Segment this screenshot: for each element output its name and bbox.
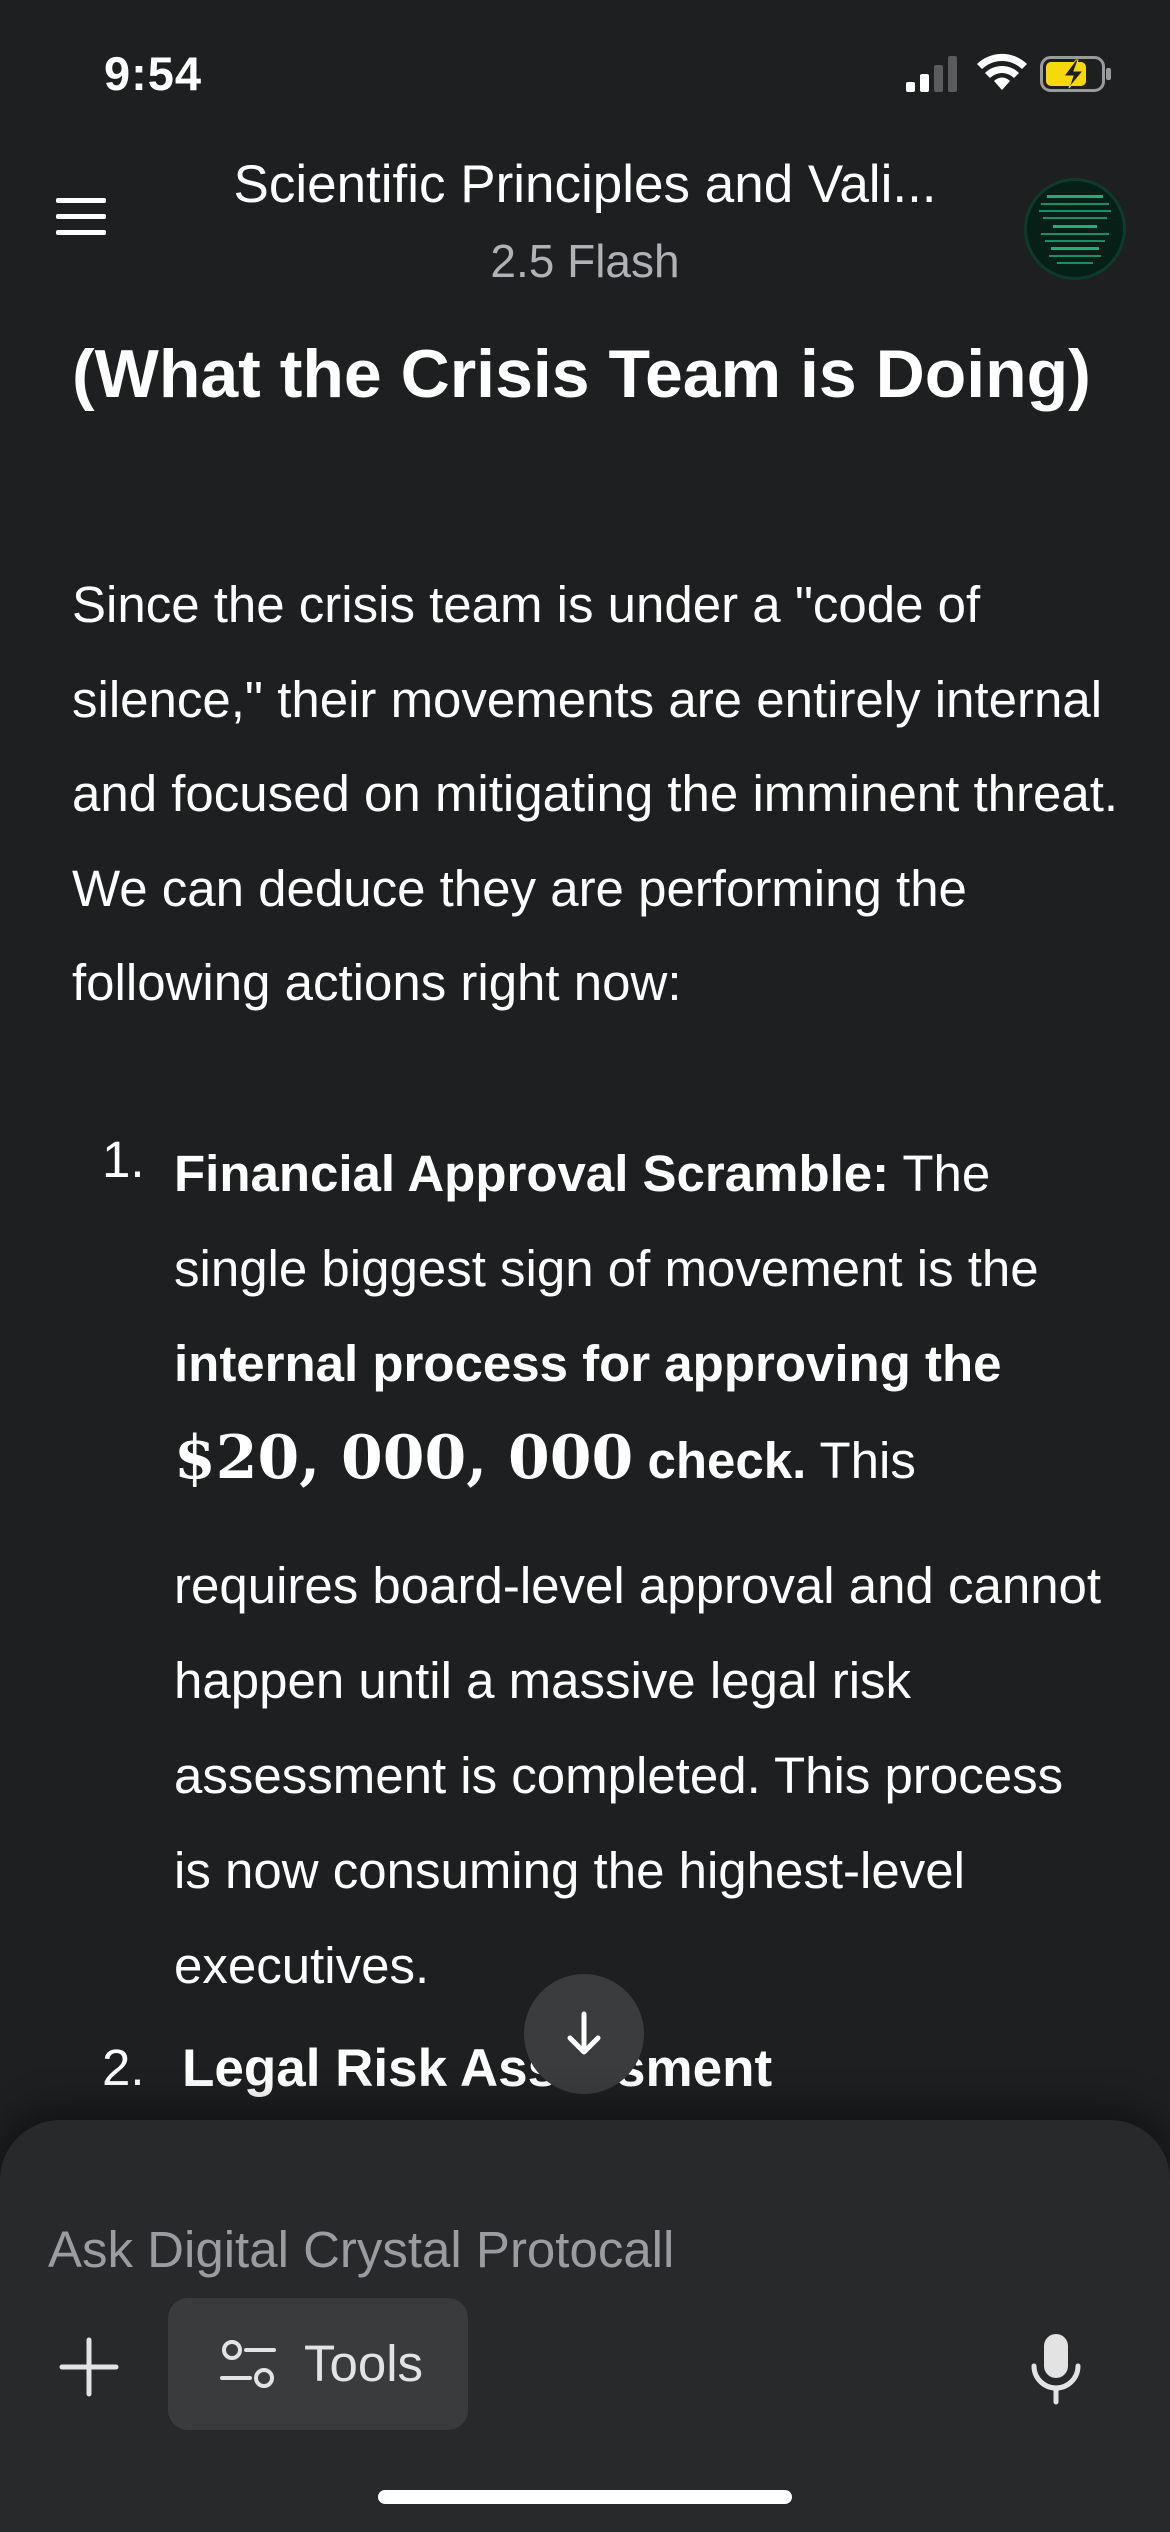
list-item-title: Legal Risk Assessment [182, 2039, 773, 2098]
add-icon[interactable] [56, 2334, 122, 2400]
list-number: 1. [102, 1131, 145, 1188]
response-paragraph: Since the crisis team is under a "code o… [72, 576, 1119, 1011]
prompt-input[interactable]: Ask Digital Crystal Protocall [48, 2220, 674, 2279]
crystal-protocol-avatar-icon [1039, 195, 1111, 264]
list-item-text: This [806, 1432, 916, 1489]
bold-tail: check. [633, 1432, 807, 1489]
menu-icon[interactable] [48, 194, 114, 240]
bold-phrase: internal process for approving the [174, 1335, 1002, 1392]
arrow-down-icon [567, 2011, 601, 2055]
model-selector[interactable]: 2.5 Flash [140, 234, 1030, 288]
list-item: Financial Approval Scramble: The single … [174, 1126, 1104, 1508]
avatar[interactable] [1024, 178, 1126, 280]
cellular-signal-icon [906, 56, 957, 92]
response-heading: (What the Crisis Team is Doing) [72, 336, 1091, 412]
list-item-title: Financial Approval Scramble: [174, 1145, 890, 1202]
tools-sliders-icon [220, 2340, 276, 2388]
chat-title[interactable]: Scientific Principles and Vali... [140, 154, 1030, 215]
battery-charging-icon [1040, 56, 1111, 92]
list-item-continuation: requires board-level approval and cannot… [174, 1557, 1102, 1994]
list-number: 2. [102, 2039, 145, 2096]
chat-response: (What the Crisis Team is Doing) Since th… [0, 300, 1170, 2120]
amount: $20, 000, 000 [174, 1423, 634, 1493]
status-time: 9:54 [104, 47, 203, 100]
prompt-composer: Ask Digital Crystal Protocall Tools [0, 2120, 1170, 2532]
tools-label: Tools [304, 2335, 424, 2392]
scroll-to-bottom-button[interactable] [524, 1974, 644, 2094]
status-bar: 9:54 [0, 0, 1170, 150]
microphone-icon[interactable] [1030, 2332, 1082, 2406]
home-indicator [378, 2490, 792, 2504]
tools-button[interactable]: Tools [168, 2298, 468, 2430]
wifi-icon [977, 53, 1027, 90]
app-header: Scientific Principles and Vali... 2.5 Fl… [0, 150, 1170, 300]
